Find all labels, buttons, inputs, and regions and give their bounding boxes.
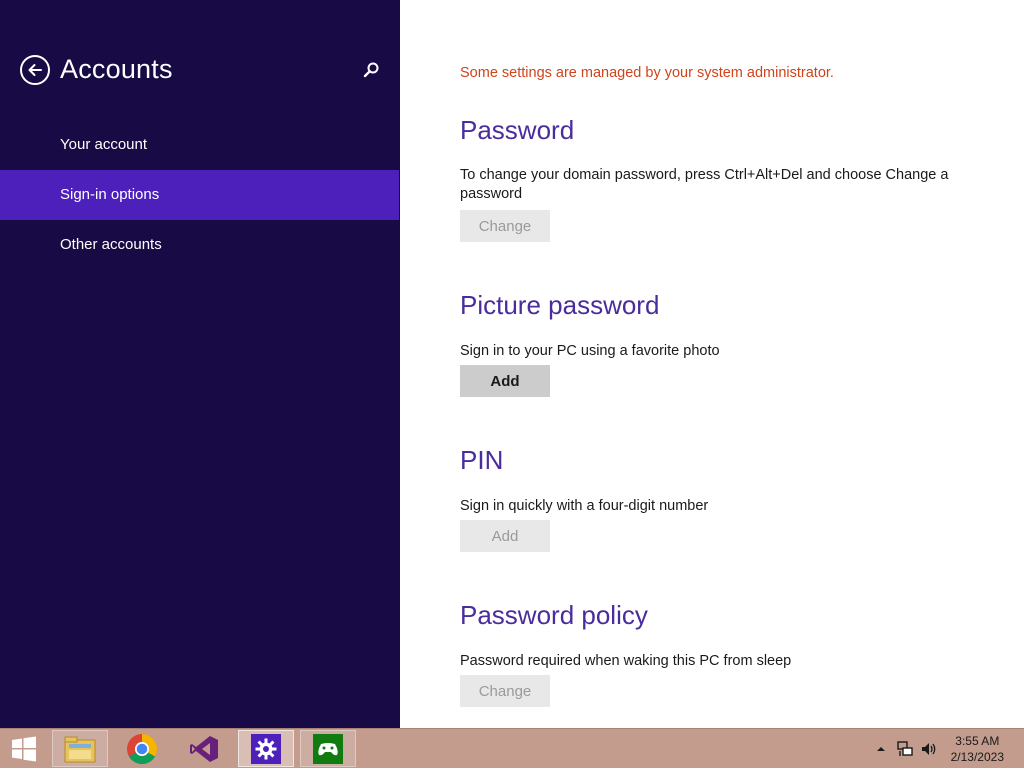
settings-icon: [255, 738, 277, 759]
system-tray: [874, 729, 938, 769]
section-desc-password: To change your domain password, press Ct…: [460, 167, 949, 202]
visual-studio-icon: [190, 735, 218, 762]
taskbar-settings[interactable]: [238, 730, 294, 767]
back-arrow-icon: [28, 64, 42, 76]
sidebar-item-label: Other accounts: [60, 236, 162, 253]
password-change-button[interactable]: Change: [460, 210, 550, 242]
taskbar: 3:55 AM 2/13/2023: [0, 728, 1024, 768]
search-icon: [363, 62, 379, 78]
taskbar-visual-studio[interactable]: [176, 730, 232, 767]
section-title-pin: PIN: [460, 445, 504, 475]
clock-time: 3:55 AM: [955, 734, 1000, 748]
games-tile: [313, 733, 343, 764]
show-hidden-icons-icon[interactable]: [874, 742, 888, 756]
volume-icon[interactable]: [920, 740, 938, 758]
section-title-password-policy: Password policy: [460, 600, 648, 630]
section-desc-picture-password: Sign in to your PC using a favorite phot…: [460, 343, 720, 359]
windows-logo-icon: [12, 736, 36, 762]
section-desc-password-policy: Password required when waking this PC fr…: [460, 653, 792, 669]
section-desc-pin: Sign in quickly with a four-digit number: [460, 498, 709, 514]
network-icon[interactable]: [896, 740, 914, 758]
pin-add-button[interactable]: Add: [460, 520, 550, 552]
page-title: Accounts: [60, 54, 173, 84]
section-title-password: Password: [460, 115, 575, 145]
clock[interactable]: 3:55 AM 2/13/2023: [951, 733, 1004, 765]
back-button[interactable]: [20, 55, 50, 85]
sidebar-item-label: Sign-in options: [60, 186, 160, 203]
chrome-icon: [127, 733, 158, 764]
sidebar-item-sign-in-options[interactable]: Sign-in options: [0, 170, 399, 220]
sidebar: Accounts Your account Sign-in options Ot…: [0, 0, 400, 728]
clock-date: 2/13/2023: [950, 750, 1004, 764]
sidebar-item-other-accounts[interactable]: Other accounts: [0, 220, 399, 270]
taskbar-xbox-games[interactable]: [300, 730, 356, 767]
search-button[interactable]: [360, 60, 382, 82]
taskbar-file-explorer[interactable]: [52, 730, 108, 767]
password-policy-change-button[interactable]: Change: [460, 675, 550, 707]
sidebar-item-your-account[interactable]: Your account: [0, 120, 399, 170]
start-button[interactable]: [0, 729, 48, 769]
taskbar-chrome[interactable]: [114, 730, 170, 767]
settings-tile: [251, 733, 281, 764]
sidebar-item-label: Your account: [60, 136, 148, 153]
file-explorer-icon: [64, 736, 96, 762]
xbox-games-icon: [318, 742, 338, 755]
picture-password-add-button[interactable]: Add: [460, 365, 550, 397]
section-title-picture-password: Picture password: [460, 290, 660, 320]
main-content: Some settings are managed by your system…: [400, 0, 1024, 728]
admin-notice: Some settings are managed by your system…: [460, 65, 834, 81]
